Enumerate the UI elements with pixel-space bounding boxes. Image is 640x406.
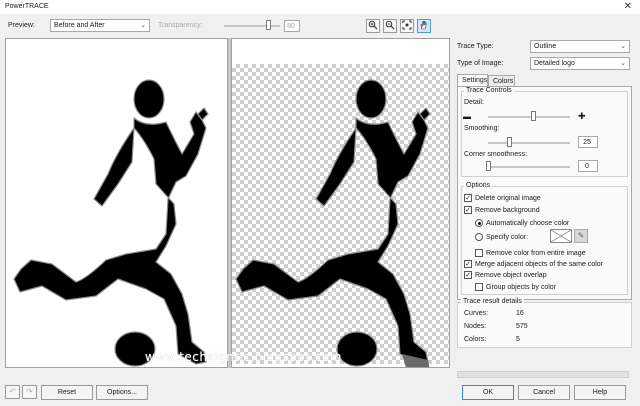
curves-label: Curves: (464, 310, 489, 317)
smoothing-label: Smoothing: (464, 125, 500, 132)
chevron-down-icon: ⌄ (620, 43, 626, 50)
close-icon[interactable]: ✕ (624, 1, 632, 12)
smoothing-slider-track[interactable] (488, 142, 570, 144)
delete-original-label: Delete original image (475, 195, 541, 202)
player-silhouette (13, 79, 209, 365)
group-by-color-checkbox[interactable] (475, 283, 483, 291)
trace-controls-title: Trace Controls (464, 87, 514, 94)
preview-dropdown-value: Before and After (54, 22, 105, 29)
transparency-value[interactable]: 80 (284, 20, 300, 32)
detail-minus-icon[interactable]: ▬ (463, 112, 471, 121)
transparency-slider-track[interactable] (224, 25, 280, 27)
remove-entire-checkbox[interactable] (475, 249, 483, 257)
options-button[interactable]: Options... (96, 385, 148, 400)
no-color-icon (550, 229, 572, 243)
smoothing-slider-thumb[interactable] (507, 137, 512, 147)
preview-label: Preview: (8, 22, 35, 29)
trace-results-title: Trace result details (461, 298, 524, 305)
help-button[interactable]: Help (574, 385, 626, 400)
specify-color-radio[interactable] (475, 233, 483, 241)
image-type-value: Detailed logo (534, 60, 575, 67)
image-type-dropdown[interactable]: Detailed logo ⌄ (530, 57, 630, 70)
corner-smoothness-value[interactable]: 0 (578, 160, 598, 172)
zoom-to-fit-icon[interactable] (400, 19, 414, 33)
transparency-slider-thumb[interactable] (266, 20, 272, 30)
options-title: Options (464, 182, 493, 189)
redo-icon[interactable]: ↷ (22, 385, 37, 399)
colors-label: Colors: (464, 336, 487, 343)
smoothing-value[interactable]: 25 (578, 136, 598, 148)
remove-entire-label: Remove color from entire image (486, 250, 586, 257)
corner-smoothness-label: Corner smoothness: (464, 151, 528, 158)
panel-scrollbar[interactable] (457, 371, 629, 378)
eyedropper-icon[interactable]: ✎ (574, 229, 588, 243)
group-by-color-label: Group objects by color (486, 284, 557, 291)
pan-hand-icon[interactable] (417, 19, 431, 33)
image-type-label: Type of Image: (457, 60, 504, 67)
reset-button[interactable]: Reset (41, 385, 93, 400)
before-silhouette-image (13, 79, 209, 367)
chevron-down-icon: ⌄ (620, 60, 626, 67)
undo-icon[interactable]: ↶ (5, 385, 20, 399)
merge-adjacent-checkbox[interactable]: ✓ (464, 260, 472, 268)
traced-player-silhouette (235, 79, 431, 365)
trace-type-label: Trace Type: (457, 43, 494, 50)
trace-type-dropdown[interactable]: Outline ⌄ (530, 40, 630, 53)
title-bar: PowerTRACE ✕ (0, 0, 640, 14)
auto-color-label: Automatically choose color (486, 220, 570, 227)
watermark-text: www.techsigntic.blogspot.com (145, 350, 342, 364)
chevron-down-icon: ⌄ (140, 22, 146, 29)
specify-color-label: Specify color: (486, 234, 529, 241)
ok-button[interactable]: OK (462, 385, 514, 400)
detail-slider-track[interactable] (488, 116, 570, 118)
nodes-value: 575 (516, 323, 528, 330)
delete-original-checkbox[interactable]: ✓ (464, 194, 472, 202)
merge-adjacent-label: Merge adjacent objects of the same color (475, 261, 604, 268)
transparency-label: Transparency: (158, 22, 203, 29)
zoom-in-icon[interactable] (366, 19, 380, 33)
remove-background-label: Remove background (475, 207, 540, 214)
trace-type-value: Outline (534, 43, 557, 50)
colors-value: 5 (516, 336, 520, 343)
after-silhouette-image (235, 79, 431, 367)
cancel-button[interactable]: Cancel (518, 385, 570, 400)
remove-background-checkbox[interactable]: ✓ (464, 206, 472, 214)
before-preview-pane[interactable] (5, 38, 228, 368)
auto-color-radio[interactable] (475, 219, 483, 227)
after-preview-pane[interactable] (231, 38, 450, 368)
corner-smoothness-slider-thumb[interactable] (486, 161, 491, 171)
remove-overlap-label: Remove object overlap (475, 272, 547, 279)
remove-overlap-checkbox[interactable]: ✓ (464, 271, 472, 279)
color-swatch[interactable] (550, 229, 572, 243)
preview-dropdown[interactable]: Before and After ⌄ (50, 19, 150, 32)
corner-smoothness-slider-track[interactable] (488, 166, 570, 168)
traced-soccer-ball (336, 331, 378, 367)
zoom-out-icon[interactable] (383, 19, 397, 33)
window-title: PowerTRACE (5, 3, 49, 10)
detail-plus-icon[interactable]: ✚ (578, 111, 586, 122)
detail-label: Detail: (464, 99, 484, 106)
detail-slider-thumb[interactable] (530, 111, 536, 121)
nodes-label: Nodes: (464, 323, 487, 330)
curves-value: 16 (516, 310, 524, 317)
